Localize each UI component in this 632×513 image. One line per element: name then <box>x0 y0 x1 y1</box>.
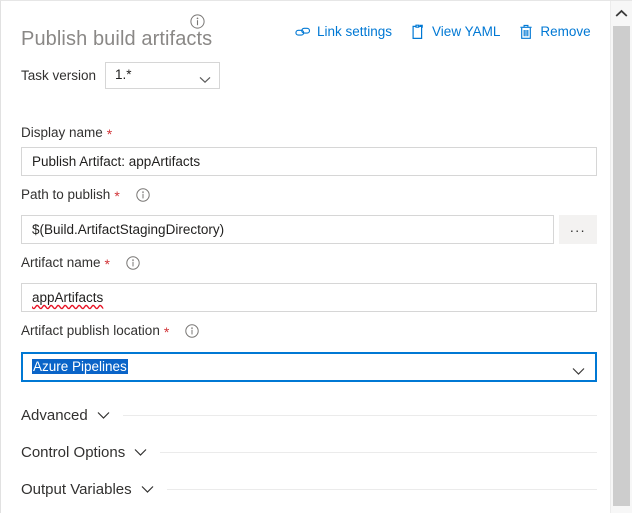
section-divider <box>122 414 597 416</box>
artifact-name-label: Artifact name * <box>21 255 140 272</box>
remove-button[interactable]: Remove <box>518 24 591 40</box>
display-name-label: Display name * <box>21 125 113 142</box>
remove-label: Remove <box>540 24 591 40</box>
task-editor-panel: Publish build artifacts Link settings Vi… <box>0 0 632 513</box>
section-control-options[interactable]: Control Options <box>21 441 597 463</box>
path-browse-button[interactable]: ... <box>559 215 597 244</box>
task-editor-content: Publish build artifacts Link settings Vi… <box>1 1 610 513</box>
path-to-publish-input[interactable]: $(Build.ArtifactStagingDirectory) <box>21 215 554 244</box>
section-control-options-label: Control Options <box>21 443 126 461</box>
path-to-publish-label: Path to publish * <box>21 187 150 204</box>
section-advanced-label: Advanced <box>21 406 88 424</box>
required-marker: * <box>114 187 120 204</box>
required-marker: * <box>163 323 170 340</box>
chevron-up-icon <box>615 5 628 23</box>
display-name-input[interactable]: Publish Artifact: appArtifacts <box>21 147 597 176</box>
scrollbar-thumb[interactable] <box>613 26 630 506</box>
section-output-variables[interactable]: Output Variables <box>21 478 597 500</box>
task-version-label: Task version <box>21 68 97 83</box>
info-icon[interactable] <box>185 323 199 338</box>
required-marker: * <box>104 255 110 272</box>
vertical-scrollbar[interactable] <box>610 1 632 513</box>
required-marker: * <box>106 125 113 142</box>
artifact-publish-location-select[interactable]: Azure Pipelines <box>21 352 597 382</box>
scroll-up-button[interactable] <box>611 4 632 24</box>
section-output-variables-label: Output Variables <box>21 480 132 498</box>
clipboard-icon <box>410 24 426 40</box>
view-yaml-label: View YAML <box>432 24 501 40</box>
artifact-name-input[interactable]: appArtifacts <box>21 283 597 312</box>
section-divider <box>160 451 597 453</box>
info-icon[interactable] <box>190 14 205 29</box>
page-title: Publish build artifacts <box>21 28 213 50</box>
link-settings-button[interactable]: Link settings <box>295 24 392 40</box>
artifact-publish-location-label: Artifact publish location * <box>21 323 199 340</box>
task-header: Publish build artifacts Link settings Vi… <box>1 1 610 56</box>
info-icon[interactable] <box>126 255 140 270</box>
section-advanced[interactable]: Advanced <box>21 404 597 426</box>
chevron-down-icon <box>572 363 585 381</box>
chevron-down-icon <box>141 485 154 494</box>
artifact-name-value: appArtifacts <box>32 290 104 305</box>
info-icon[interactable] <box>136 187 150 202</box>
chevron-down-icon <box>199 71 211 89</box>
section-divider <box>166 488 597 490</box>
chevron-down-icon <box>97 411 110 420</box>
link-settings-label: Link settings <box>317 24 393 40</box>
task-version-row: Task version 1.* <box>21 62 221 89</box>
artifact-publish-location-value: Azure Pipelines <box>32 359 128 374</box>
task-version-select[interactable]: 1.* <box>105 62 221 89</box>
header-toolbar: Link settings View YAML Remove <box>295 21 591 43</box>
link-icon <box>295 24 311 40</box>
trash-icon <box>518 24 534 40</box>
view-yaml-button[interactable]: View YAML <box>410 24 500 40</box>
chevron-down-icon <box>134 448 147 457</box>
task-version-value: 1.* <box>115 67 132 82</box>
